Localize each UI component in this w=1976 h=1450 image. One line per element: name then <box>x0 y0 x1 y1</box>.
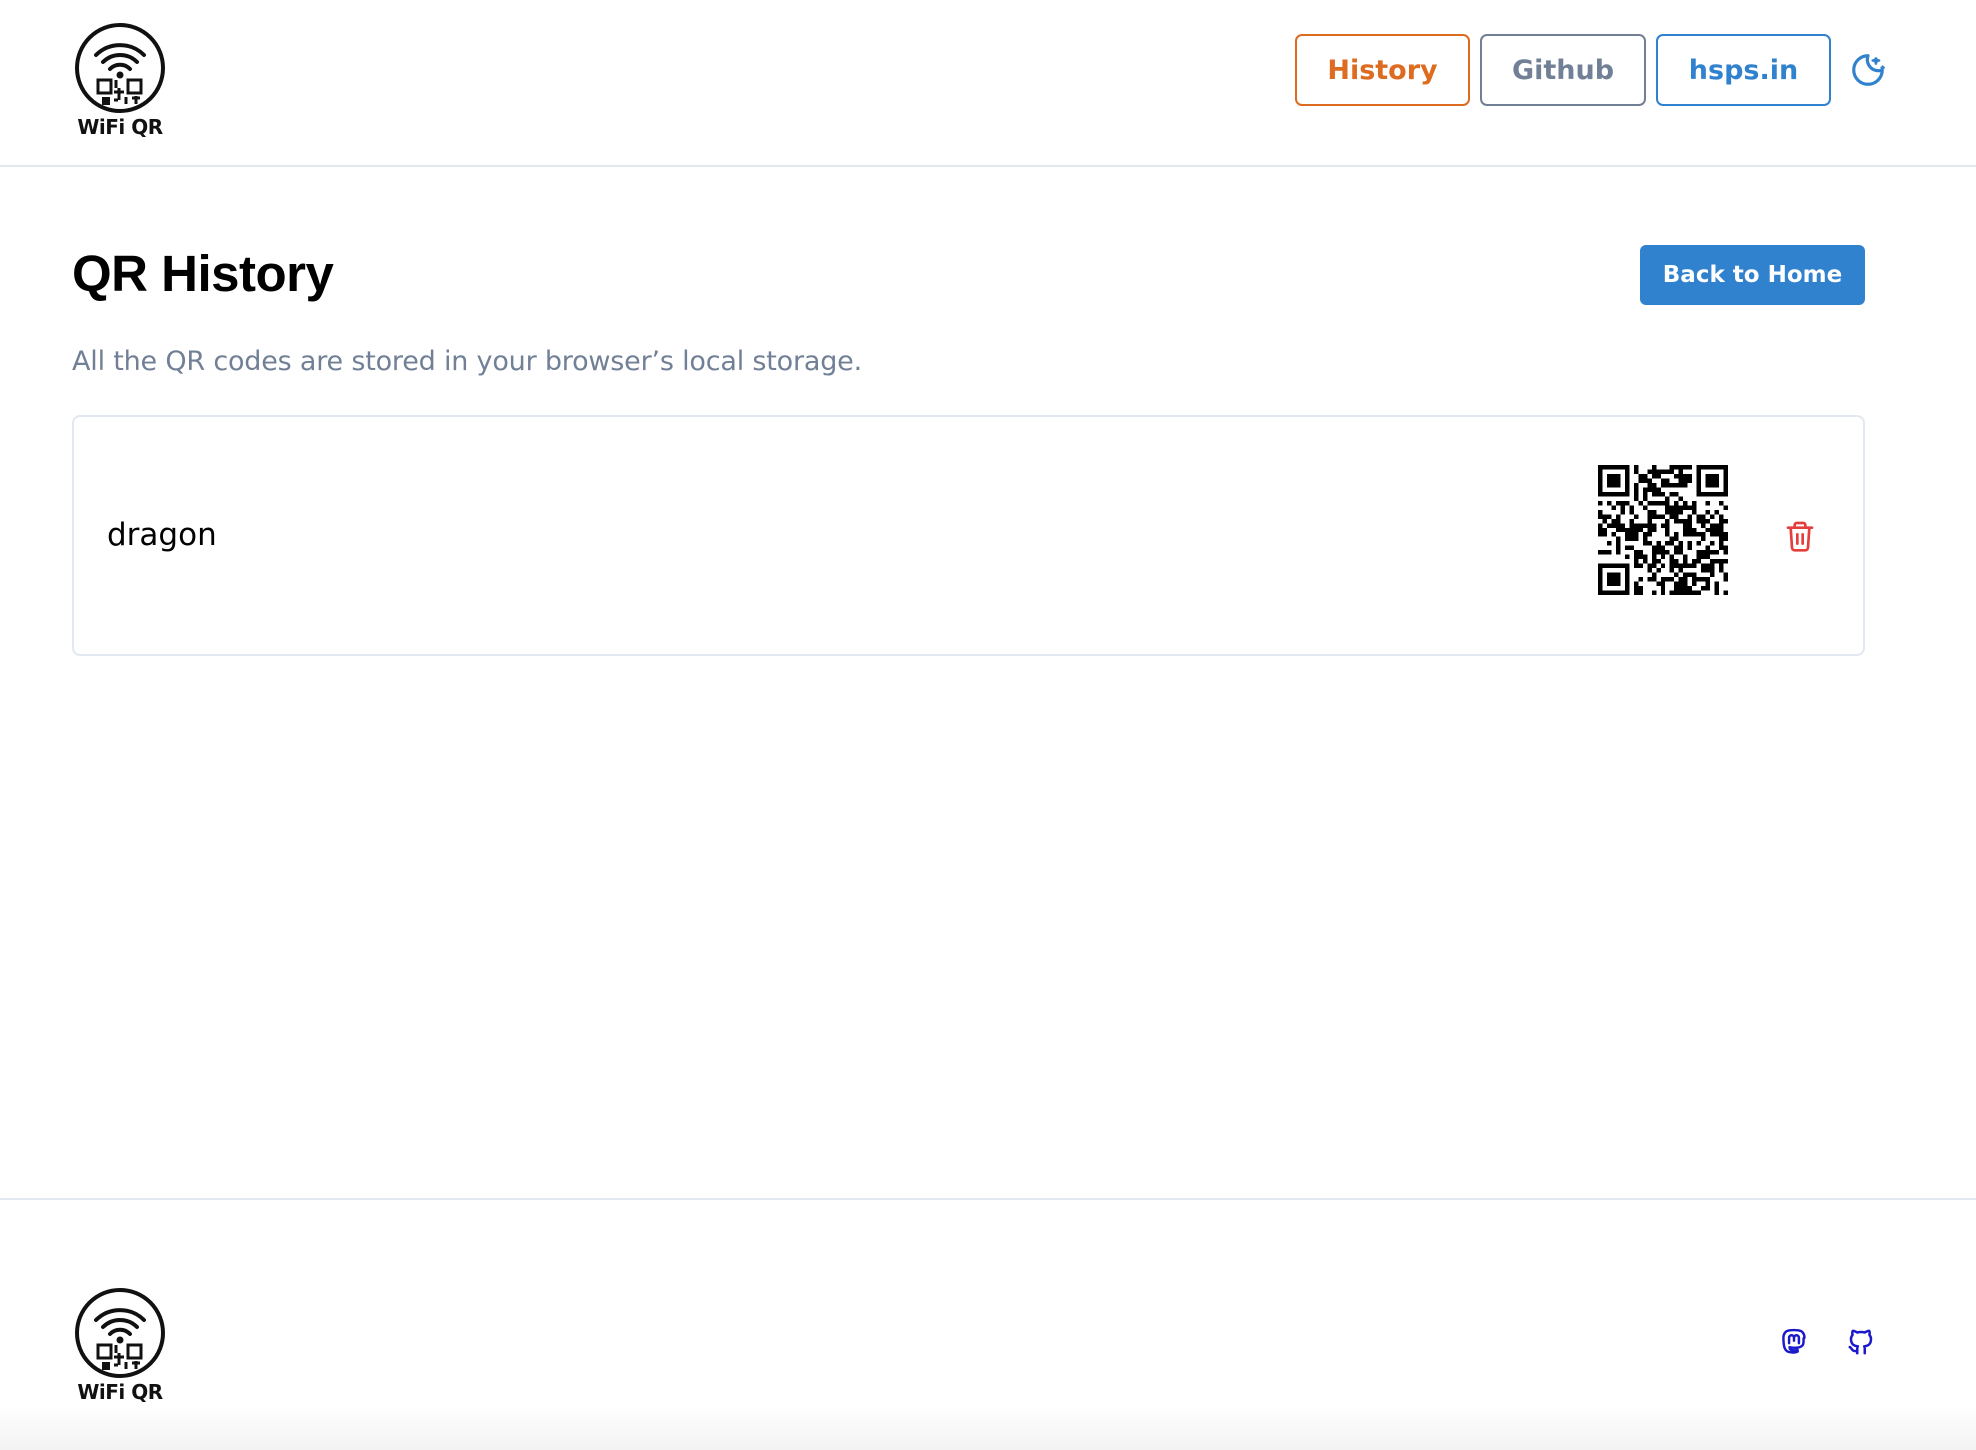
mastodon-link[interactable] <box>1776 1324 1812 1360</box>
back-to-home-button[interactable]: Back to Home <box>1640 245 1865 305</box>
mastodon-icon <box>1782 1328 1806 1354</box>
storage-note: All the QR codes are stored in your brow… <box>72 346 862 377</box>
site-header: WiFi QR History Github hsps.in <box>0 0 1976 167</box>
history-item-ssid: dragon <box>107 517 217 553</box>
logo-text: WiFi QR <box>77 1380 163 1404</box>
header-logo[interactable]: WiFi QR <box>70 22 170 139</box>
wifi-qr-logo-icon <box>75 1288 165 1378</box>
moon-stars-icon <box>1852 54 1885 86</box>
history-button[interactable]: History <box>1295 34 1470 106</box>
footer-logo[interactable]: WiFi QR <box>70 1287 170 1404</box>
github-link[interactable] <box>1843 1324 1879 1360</box>
github-button[interactable]: Github <box>1480 34 1646 106</box>
site-footer: WiFi QR <box>0 1198 1976 1450</box>
qr-code-icon[interactable] <box>1598 465 1728 595</box>
hsps-link-button[interactable]: hsps.in <box>1656 34 1831 106</box>
trash-icon <box>1786 521 1814 552</box>
logo-text: WiFi QR <box>77 115 163 139</box>
theme-toggle-button[interactable] <box>1848 50 1888 90</box>
delete-button[interactable] <box>1782 517 1818 557</box>
page-title: QR History <box>72 245 334 302</box>
wifi-qr-logo-icon <box>75 23 165 113</box>
history-item: dragon <box>72 415 1865 656</box>
github-icon <box>1848 1329 1873 1355</box>
